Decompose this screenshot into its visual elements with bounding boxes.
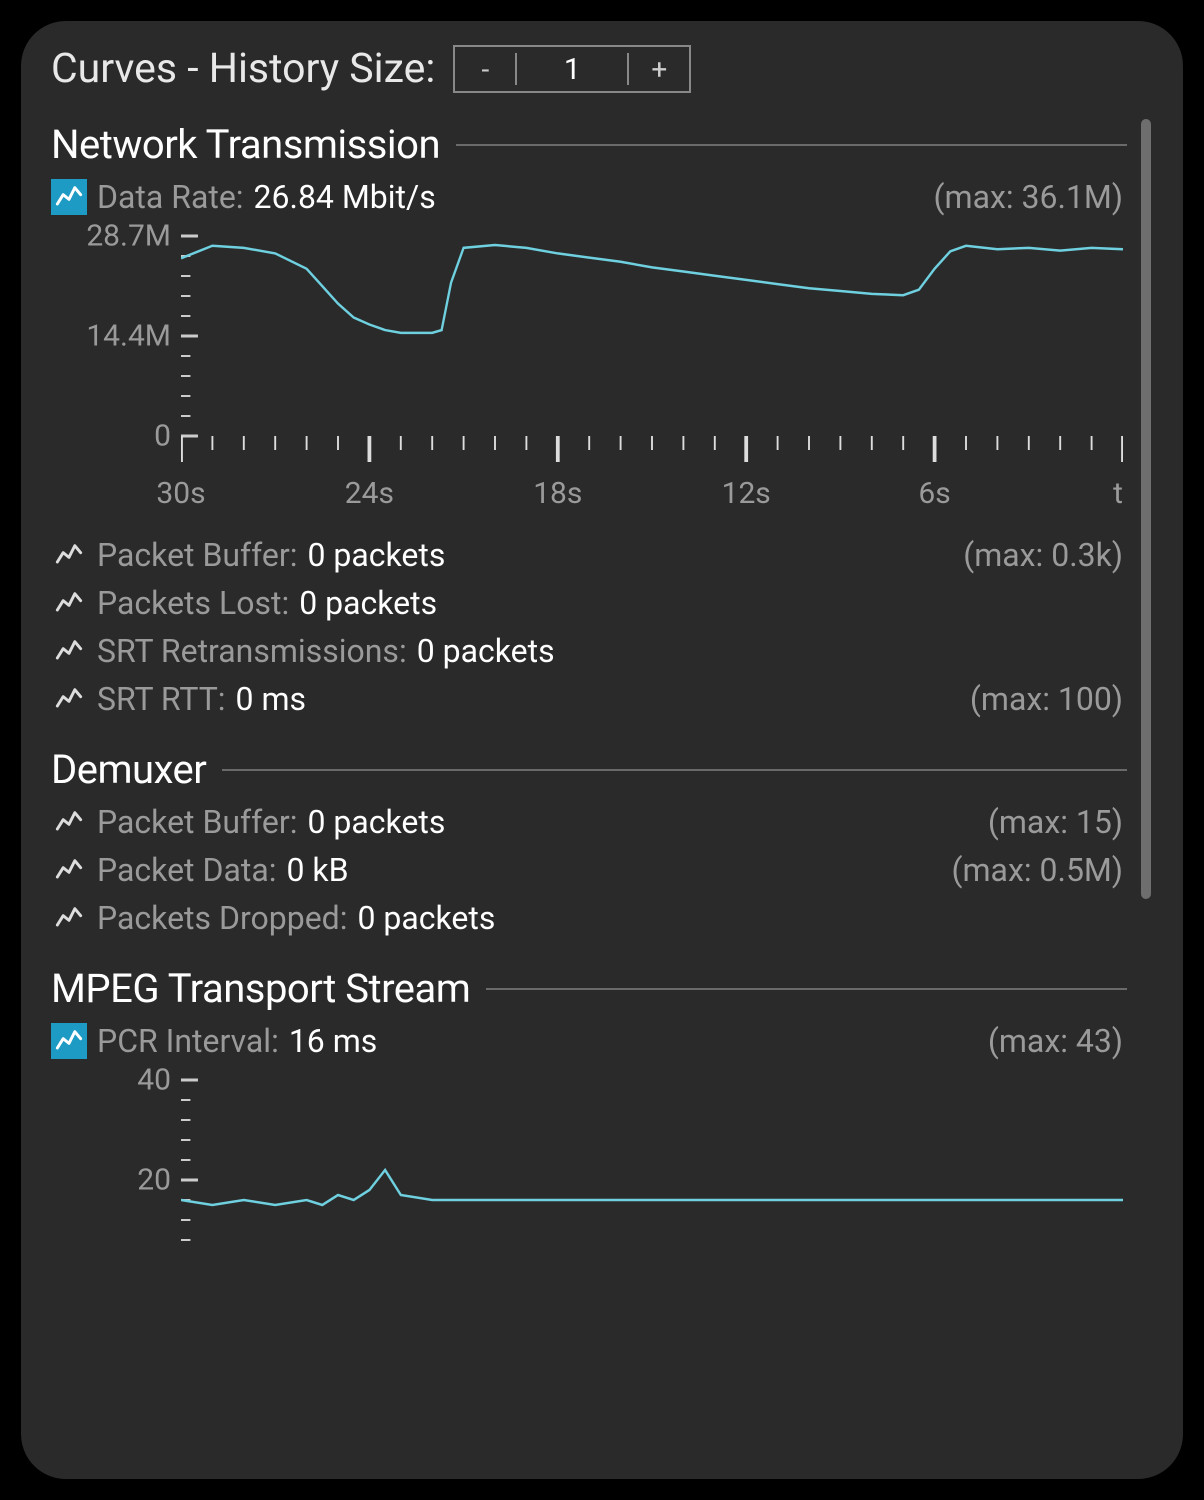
metric-demuxer-packet-buffer: Packet Buffer: 0 packets (max: 15) (51, 803, 1153, 841)
metric-label: Data Rate: (97, 178, 244, 216)
metric-max: (max: 15) (988, 803, 1123, 841)
y-tick-label: 0 (154, 419, 171, 454)
section-rule (456, 144, 1127, 146)
chart-toggle-icon[interactable] (51, 1023, 87, 1059)
chart-svg (181, 1070, 1123, 1270)
scroll-content: Network Transmission Data Rate: 26.84 Mb… (51, 111, 1153, 1475)
metric-data-rate: Data Rate: 26.84 Mbit/s (max: 36.1M) (51, 178, 1153, 216)
metric-demuxer-packet-data: Packet Data: 0 kB (max: 0.5M) (51, 851, 1153, 889)
chart-toggle-icon[interactable] (51, 179, 87, 215)
metric-value: 0 ms (236, 680, 307, 718)
metric-value: 0 packets (417, 632, 555, 670)
section-header-network: Network Transmission (51, 121, 1153, 168)
metric-value: 0 kB (286, 851, 348, 889)
stepper-decrement-button[interactable]: - (455, 47, 515, 91)
metric-max: (max: 0.3k) (963, 536, 1123, 574)
metric-value: 0 packets (307, 803, 445, 841)
chart-toggle-icon[interactable] (51, 585, 87, 621)
section-rule (486, 988, 1127, 990)
x-tick-label: 30s (156, 476, 205, 511)
chart-x-axis: 30s 24s 18s 12s 6s t (181, 476, 1123, 520)
y-tick-label: 40 (137, 1063, 171, 1098)
metric-srt-retransmissions: SRT Retransmissions: 0 packets (51, 632, 1153, 670)
metric-packets-lost: Packets Lost: 0 packets (51, 584, 1153, 622)
section-header-mpeg: MPEG Transport Stream (51, 965, 1153, 1012)
x-tick-label: 12s (722, 476, 771, 511)
metric-label: Packets Lost: (97, 584, 289, 622)
metric-max: (max: 0.5M) (952, 851, 1123, 889)
history-size-stepper[interactable]: - 1 + (453, 45, 691, 93)
metric-srt-rtt: SRT RTT: 0 ms (max: 100) (51, 680, 1153, 718)
chart-pcr-interval: 40 20 (51, 1070, 1153, 1250)
metric-max: (max: 43) (988, 1022, 1123, 1060)
metric-label: Packets Dropped: (97, 899, 347, 937)
stepper-increment-button[interactable]: + (629, 47, 689, 91)
section-header-demuxer: Demuxer (51, 746, 1153, 793)
chart-toggle-icon[interactable] (51, 537, 87, 573)
metric-value: 26.84 Mbit/s (254, 178, 436, 216)
x-tick-label: 6s (918, 476, 950, 511)
metric-label: PCR Interval: (97, 1022, 279, 1060)
chart-data-rate: 28.7M 14.4M 0 30s 24s 18s 12s 6s t (51, 226, 1153, 526)
chart-toggle-icon[interactable] (51, 852, 87, 888)
metric-packet-buffer: Packet Buffer: 0 packets (max: 0.3k) (51, 536, 1153, 574)
chart-svg (181, 226, 1123, 486)
y-tick-label: 14.4M (86, 319, 171, 354)
metric-value: 0 packets (299, 584, 437, 622)
chart-toggle-icon[interactable] (51, 681, 87, 717)
panel-header: Curves - History Size: - 1 + (51, 45, 1153, 93)
metric-max: (max: 100) (970, 680, 1123, 718)
metric-value: 16 ms (289, 1022, 377, 1060)
y-tick-label: 20 (137, 1163, 171, 1198)
metric-label: Packet Data: (97, 851, 276, 889)
chart-toggle-icon[interactable] (51, 900, 87, 936)
x-tick-label: 24s (345, 476, 394, 511)
stepper-value[interactable]: 1 (517, 47, 627, 91)
metric-max: (max: 36.1M) (934, 178, 1123, 216)
x-tick-label: 18s (533, 476, 582, 511)
metric-label: Packet Buffer: (97, 803, 297, 841)
metric-label: Packet Buffer: (97, 536, 297, 574)
chart-toggle-icon[interactable] (51, 633, 87, 669)
metric-demuxer-packets-dropped: Packets Dropped: 0 packets (51, 899, 1153, 937)
metric-label: SRT RTT: (97, 680, 226, 718)
section-title: Network Transmission (51, 121, 440, 168)
section-title: Demuxer (51, 746, 206, 793)
panel-title: Curves - History Size: (51, 45, 435, 93)
chart-toggle-icon[interactable] (51, 804, 87, 840)
metric-value: 0 packets (307, 536, 445, 574)
metric-value: 0 packets (357, 899, 495, 937)
metric-label: SRT Retransmissions: (97, 632, 407, 670)
x-tick-label: t (1113, 476, 1123, 511)
curves-panel: Curves - History Size: - 1 + Network Tra… (18, 18, 1186, 1482)
y-tick-label: 28.7M (86, 219, 171, 254)
section-rule (222, 769, 1127, 771)
metric-pcr-interval: PCR Interval: 16 ms (max: 43) (51, 1022, 1153, 1060)
section-title: MPEG Transport Stream (51, 965, 470, 1012)
